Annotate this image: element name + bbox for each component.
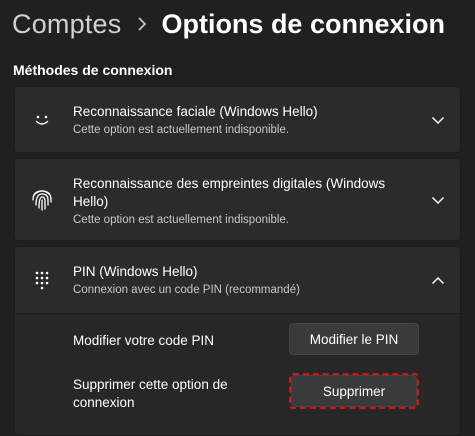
method-title: Reconnaissance des empreintes digitales … — [73, 176, 386, 209]
fingerprint-icon — [29, 187, 55, 213]
face-smile-icon — [29, 107, 55, 133]
section-title: Méthodes de connexion — [13, 62, 173, 78]
method-title: PIN (Windows Hello) — [73, 264, 198, 279]
method-subtitle: Cette option est actuellement indisponib… — [73, 124, 290, 136]
method-subtitle: Cette option est actuellement indisponib… — [73, 214, 290, 226]
chevron-right-icon — [137, 17, 147, 31]
change-pin-button[interactable]: Modifier le PIN — [289, 323, 419, 355]
chevron-down-icon[interactable] — [428, 110, 448, 130]
change-pin-label: Modifier votre code PIN — [73, 333, 215, 348]
method-title: Reconnaissance faciale (Windows Hello) — [73, 104, 318, 119]
remove-pin-label: Supprimer cette option de connexion — [73, 377, 228, 410]
method-pin: PIN (Windows Hello) Connexion avec un co… — [14, 246, 461, 436]
method-pin-header[interactable]: PIN (Windows Hello) Connexion avec un co… — [15, 247, 460, 314]
chevron-down-icon[interactable] — [428, 190, 448, 210]
breadcrumb: Comptes Options de connexion — [12, 4, 445, 44]
method-subtitle: Connexion avec un code PIN (recommandé) — [73, 284, 300, 296]
chevron-up-icon[interactable] — [428, 270, 448, 290]
remove-pin-button[interactable]: Supprimer — [291, 375, 417, 407]
breadcrumb-parent-link[interactable]: Comptes — [12, 9, 121, 40]
method-face-recognition[interactable]: Reconnaissance faciale (Windows Hello) C… — [14, 86, 461, 153]
page-title: Options de connexion — [161, 8, 445, 39]
method-fingerprint[interactable]: Reconnaissance des empreintes digitales … — [14, 158, 461, 241]
keypad-icon — [29, 267, 55, 293]
